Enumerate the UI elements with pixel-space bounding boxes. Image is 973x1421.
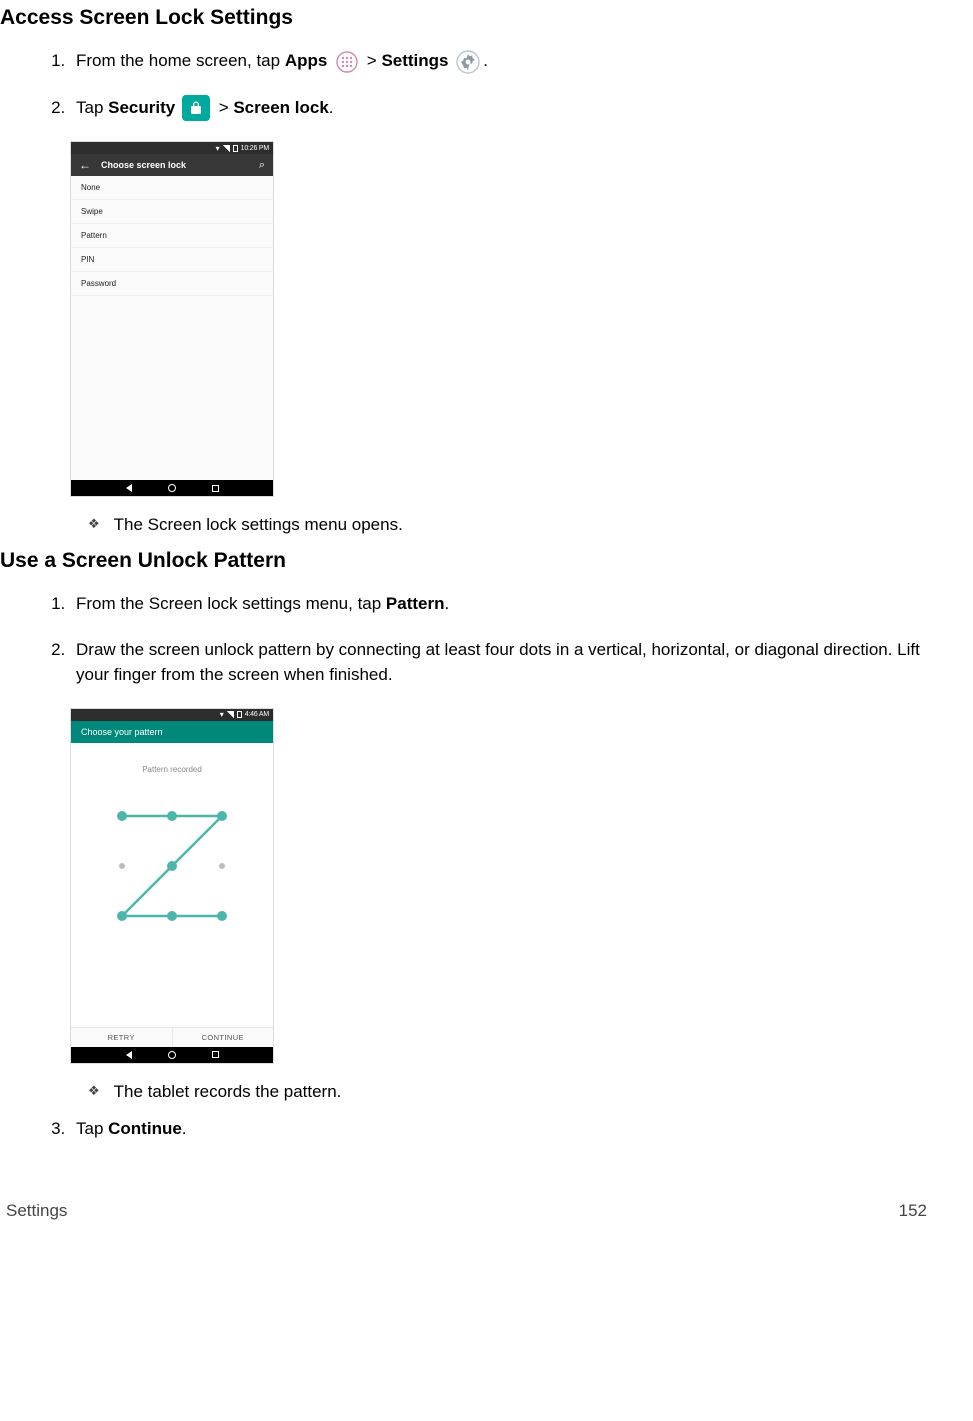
pattern-title: Choose your pattern [81, 727, 163, 737]
nav-home-icon[interactable] [168, 1051, 176, 1059]
screenshot-choose-pattern: ▾ 4:46 AM Choose your pattern Pattern re… [70, 708, 274, 1064]
result-span: The Screen lock settings menu opens. [114, 515, 403, 534]
p1-end: . [445, 594, 450, 613]
settings-icon [455, 49, 481, 75]
status-time: 10:26 PM [241, 145, 269, 152]
p1-a: From the Screen lock settings menu, tap [76, 594, 386, 613]
option-pattern[interactable]: Pattern [71, 224, 273, 248]
footer-page-number: 152 [899, 1201, 927, 1221]
section-heading-access: Access Screen Lock Settings [0, 6, 933, 30]
screenshot-choose-screen-lock: ▾ 10:26 PM ← Choose screen lock ⌕ None S… [70, 141, 274, 497]
nav-bar [71, 480, 273, 496]
apps-icon [334, 49, 360, 75]
step-1: From the home screen, tap Apps > Setting… [70, 48, 933, 75]
pattern-step-1: From the Screen lock settings menu, tap … [70, 591, 933, 617]
pattern-actions: RETRY CONTINUE [71, 1027, 273, 1047]
nav-back-icon[interactable] [126, 484, 132, 492]
pattern-result-text: The tablet records the pattern. [88, 1082, 933, 1102]
pattern-result-span: The tablet records the pattern. [114, 1082, 342, 1101]
option-none[interactable]: None [71, 176, 273, 200]
wifi-icon: ▾ [220, 710, 224, 719]
pattern-steps: From the Screen lock settings menu, tap … [0, 591, 933, 688]
option-swipe[interactable]: Swipe [71, 200, 273, 224]
retry-button[interactable]: RETRY [71, 1028, 173, 1047]
signal-icon [227, 711, 234, 718]
result-text: The Screen lock settings menu opens. [88, 515, 933, 535]
nav-bar-2 [71, 1047, 273, 1063]
settings-label: Settings [381, 51, 448, 70]
step2-text-a: Tap [76, 98, 108, 117]
section-heading-pattern: Use a Screen Unlock Pattern [0, 549, 933, 573]
nav-home-icon[interactable] [168, 484, 176, 492]
nav-recent-icon[interactable] [212, 485, 219, 492]
lock-options-list: None Swipe Pattern PIN Password [71, 176, 273, 480]
sep-gt: > [362, 51, 381, 70]
step2-end: . [329, 98, 334, 117]
option-password[interactable]: Password [71, 272, 273, 296]
access-steps: From the home screen, tap Apps > Setting… [0, 48, 933, 121]
continue-label: Continue [108, 1119, 182, 1138]
pattern-grid[interactable] [102, 796, 242, 936]
pattern-steps-cont: Tap Continue. [0, 1116, 933, 1142]
status-bar: ▾ 10:26 PM [71, 142, 273, 154]
pattern-step-2: Draw the screen unlock pattern by connec… [70, 637, 933, 688]
app-bar: ← Choose screen lock ⌕ [71, 154, 273, 176]
pattern-result: The tablet records the pattern. [88, 1082, 933, 1102]
pattern-step-3: Tap Continue. [70, 1116, 933, 1142]
back-icon[interactable]: ← [79, 158, 91, 172]
continue-button[interactable]: CONTINUE [173, 1028, 274, 1047]
search-icon[interactable]: ⌕ [259, 159, 265, 172]
appbar-title: Choose screen lock [101, 160, 249, 170]
battery-icon [237, 711, 242, 718]
security-lock-icon [182, 95, 210, 121]
status-time-2: 4:46 AM [245, 711, 269, 718]
wifi-icon: ▾ [216, 144, 220, 153]
apps-label: Apps [285, 51, 328, 70]
p3-a: Tap [76, 1119, 108, 1138]
security-label: Security [108, 98, 175, 117]
pattern-recorded-msg: Pattern recorded [142, 765, 202, 774]
footer-section: Settings [6, 1201, 67, 1221]
p3-end: . [182, 1119, 187, 1138]
signal-icon [223, 145, 230, 152]
access-result: The Screen lock settings menu opens. [88, 515, 933, 535]
battery-icon [233, 145, 238, 152]
screenlock-label: Screen lock [233, 98, 328, 117]
step1-end: . [483, 51, 488, 70]
p2-text: Draw the screen unlock pattern by connec… [76, 640, 920, 685]
pattern-appbar: Choose your pattern [71, 721, 273, 743]
pattern-label: Pattern [386, 594, 445, 613]
step1-text-a: From the home screen, tap [76, 51, 285, 70]
pattern-body: Pattern recorded [71, 743, 273, 1027]
page-footer: Settings 152 [0, 1161, 933, 1221]
sep-gt2: > [214, 98, 233, 117]
nav-back-icon[interactable] [126, 1051, 132, 1059]
status-bar-2: ▾ 4:46 AM [71, 709, 273, 721]
nav-recent-icon[interactable] [212, 1051, 219, 1058]
step-2: Tap Security > Screen lock. [70, 95, 933, 122]
option-pin[interactable]: PIN [71, 248, 273, 272]
